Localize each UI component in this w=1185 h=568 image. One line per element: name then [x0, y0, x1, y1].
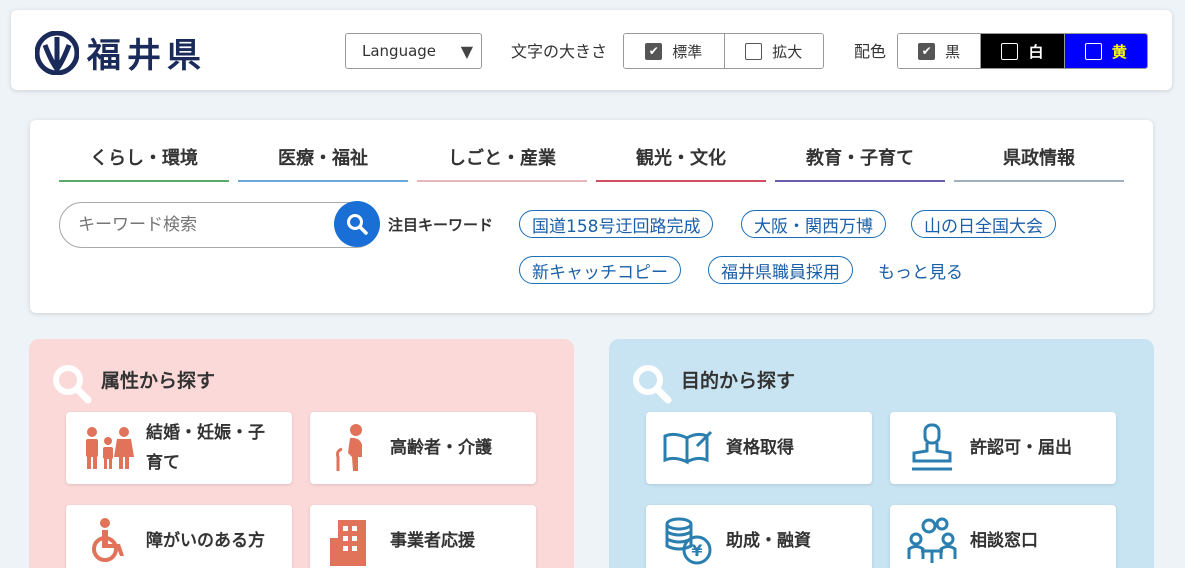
search-box [59, 201, 380, 248]
fukui-emblem-icon [35, 30, 79, 75]
site-logo[interactable]: 福井県 [35, 28, 207, 77]
card-label: 結婚・妊娠・子育て [146, 423, 265, 473]
card-label: 許認可・届出 [970, 438, 1072, 458]
font-size-large-label: 拡大 [772, 42, 803, 61]
language-select[interactable]: Language ▼ [345, 33, 482, 69]
attr-card-business[interactable]: 事業者応援 [310, 505, 536, 568]
search-icon [347, 214, 368, 235]
consultation-icon [904, 513, 960, 568]
font-size-label: 文字の大きさ [511, 42, 608, 61]
keyword-link[interactable]: 大阪・関西万博 [741, 210, 886, 238]
purpose-card-subsidy[interactable]: ¥ 助成・融資 [646, 505, 872, 568]
magnifier-icon [53, 365, 92, 404]
keyword-link[interactable]: 山の日全国大会 [911, 210, 1056, 238]
color-yellow-label: 黄 [1111, 42, 1127, 61]
card-label: 資格取得 [726, 438, 794, 458]
attr-card-elderly[interactable]: 高齢者・介護 [310, 412, 536, 484]
purpose-search-panel: 目的から探す 資格取得 許認可・届出 ¥ 助成・融資 相談窓口 [609, 339, 1154, 568]
tab-government[interactable]: 県政情報 [954, 140, 1124, 182]
checkbox-checked-icon: ✔ [645, 42, 663, 60]
keywords-label: 注目キーワード [388, 216, 494, 234]
elderly-icon [324, 420, 380, 476]
purpose-card-permit[interactable]: 許認可・届出 [890, 412, 1116, 484]
card-label: 障がいのある方 [146, 531, 265, 551]
checkbox-icon [745, 42, 763, 60]
checkbox-icon [1001, 42, 1019, 60]
building-icon [324, 513, 380, 568]
family-icon [80, 420, 136, 476]
coins-icon: ¥ [660, 513, 716, 568]
tab-medical[interactable]: 医療・福祉 [238, 140, 408, 182]
keyword-link[interactable]: 国道158号迂回路完成 [519, 210, 714, 238]
book-icon [660, 420, 716, 476]
font-size-toggle: ✔ 標準 拡大 [623, 33, 824, 69]
font-size-large-button[interactable]: 拡大 [723, 34, 823, 68]
attribute-search-panel: 属性から探す 結婚・妊娠・子育て 高齢者・介護 障がいのある方 事業者応援 [29, 339, 574, 568]
category-tabs: くらし・環境 医療・福祉 しごと・産業 観光・文化 教育・子育て 県政情報 [59, 140, 1133, 182]
attr-card-family[interactable]: 結婚・妊娠・子育て [66, 412, 292, 484]
search-input[interactable] [78, 215, 328, 235]
more-keywords-link[interactable]: もっと見る [878, 258, 963, 283]
color-black-button[interactable]: ✔ 黒 [898, 34, 981, 68]
card-label: 相談窓口 [970, 531, 1038, 551]
panel-title: 目的から探す [681, 370, 796, 392]
attr-card-disability[interactable]: 障がいのある方 [66, 505, 292, 568]
site-header: 福井県 Language ▼ 文字の大きさ ✔ 標準 拡大 配色 ✔ 黒 白 黄 [11, 10, 1172, 90]
checkbox-icon [1084, 42, 1102, 60]
purpose-card-consultation[interactable]: 相談窓口 [890, 505, 1116, 568]
card-label: 高齢者・介護 [390, 438, 492, 458]
language-label: Language [362, 42, 437, 60]
color-black-label: 黒 [945, 42, 961, 61]
card-label: 事業者応援 [390, 531, 475, 551]
purpose-card-qualification[interactable]: 資格取得 [646, 412, 872, 484]
font-size-standard-label: 標準 [672, 42, 703, 61]
tab-tourism[interactable]: 観光・文化 [596, 140, 766, 182]
magnifier-icon [633, 365, 672, 404]
tab-living[interactable]: くらし・環境 [59, 140, 229, 182]
font-size-standard-button[interactable]: ✔ 標準 [624, 34, 724, 68]
color-yellow-button[interactable]: 黄 [1063, 34, 1147, 68]
tab-education[interactable]: 教育・子育て [775, 140, 945, 182]
checkbox-checked-icon: ✔ [918, 42, 936, 60]
stamp-icon [904, 420, 960, 476]
main-navigation: くらし・環境 医療・福祉 しごと・産業 観光・文化 教育・子育て 県政情報 注目… [30, 120, 1153, 313]
panel-title: 属性から探す [101, 370, 216, 392]
card-label: 助成・融資 [726, 531, 811, 551]
color-scheme-toggle: ✔ 黒 白 黄 [897, 33, 1148, 69]
site-title: 福井県 [87, 36, 207, 76]
tab-work[interactable]: しごと・産業 [417, 140, 587, 182]
color-white-label: 白 [1028, 42, 1044, 61]
keyword-link[interactable]: 新キャッチコピー [519, 256, 681, 284]
search-button[interactable] [334, 201, 380, 247]
wheelchair-icon [80, 513, 136, 568]
svg-text:¥: ¥ [691, 541, 702, 560]
color-scheme-label: 配色 [854, 42, 887, 61]
dropdown-arrow-icon: ▼ [460, 42, 473, 61]
keyword-link[interactable]: 福井県職員採用 [708, 256, 853, 284]
color-white-button[interactable]: 白 [980, 34, 1064, 68]
